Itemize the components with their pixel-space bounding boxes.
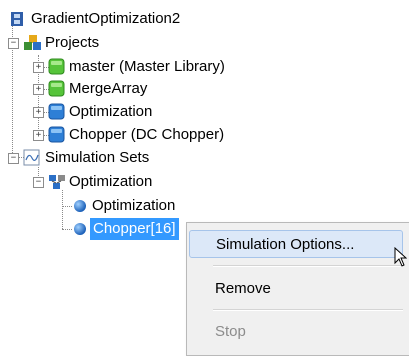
menu-item-stop: Stop <box>215 323 246 340</box>
menu-separator <box>213 309 403 311</box>
projects-icon <box>24 35 41 50</box>
simulation-set-icon <box>49 175 65 189</box>
project-icon <box>48 126 65 143</box>
menu-item-remove[interactable]: Remove <box>189 275 403 303</box>
expand-icon[interactable]: + <box>33 107 44 118</box>
projects-label: Projects <box>45 34 100 51</box>
simulation-sets-icon <box>23 149 40 166</box>
menu-item-simulation-options[interactable]: Simulation Options... <box>189 230 403 258</box>
simulation-label-selected: Chopper[16] <box>90 218 179 240</box>
collapse-icon[interactable]: − <box>8 153 19 164</box>
collapse-icon[interactable]: − <box>8 38 19 49</box>
expand-icon[interactable]: + <box>33 84 44 95</box>
library-project-icon <box>48 58 65 75</box>
mouse-pointer-icon <box>394 247 407 267</box>
context-menu: Simulation Options... Remove Stop <box>186 222 409 356</box>
simulation-label: Optimization <box>92 197 176 214</box>
collapse-icon[interactable]: − <box>33 177 44 188</box>
root-label: GradientOptimization2 <box>31 10 181 27</box>
project-icon <box>48 103 65 120</box>
project-label: Optimization <box>69 103 153 120</box>
solution-icon <box>11 12 23 26</box>
project-label: master (Master Library) <box>69 58 225 75</box>
project-label: MergeArray <box>69 80 148 97</box>
simulation-icon <box>74 223 86 235</box>
expand-icon[interactable]: + <box>33 62 44 73</box>
simulation-set-label: Optimization <box>69 173 153 190</box>
library-project-icon <box>48 80 65 97</box>
simulation-sets-label: Simulation Sets <box>45 149 150 166</box>
menu-separator <box>213 265 403 267</box>
project-label: Chopper (DC Chopper) <box>69 126 225 143</box>
expand-icon[interactable]: + <box>33 130 44 141</box>
simulation-icon <box>74 200 86 212</box>
